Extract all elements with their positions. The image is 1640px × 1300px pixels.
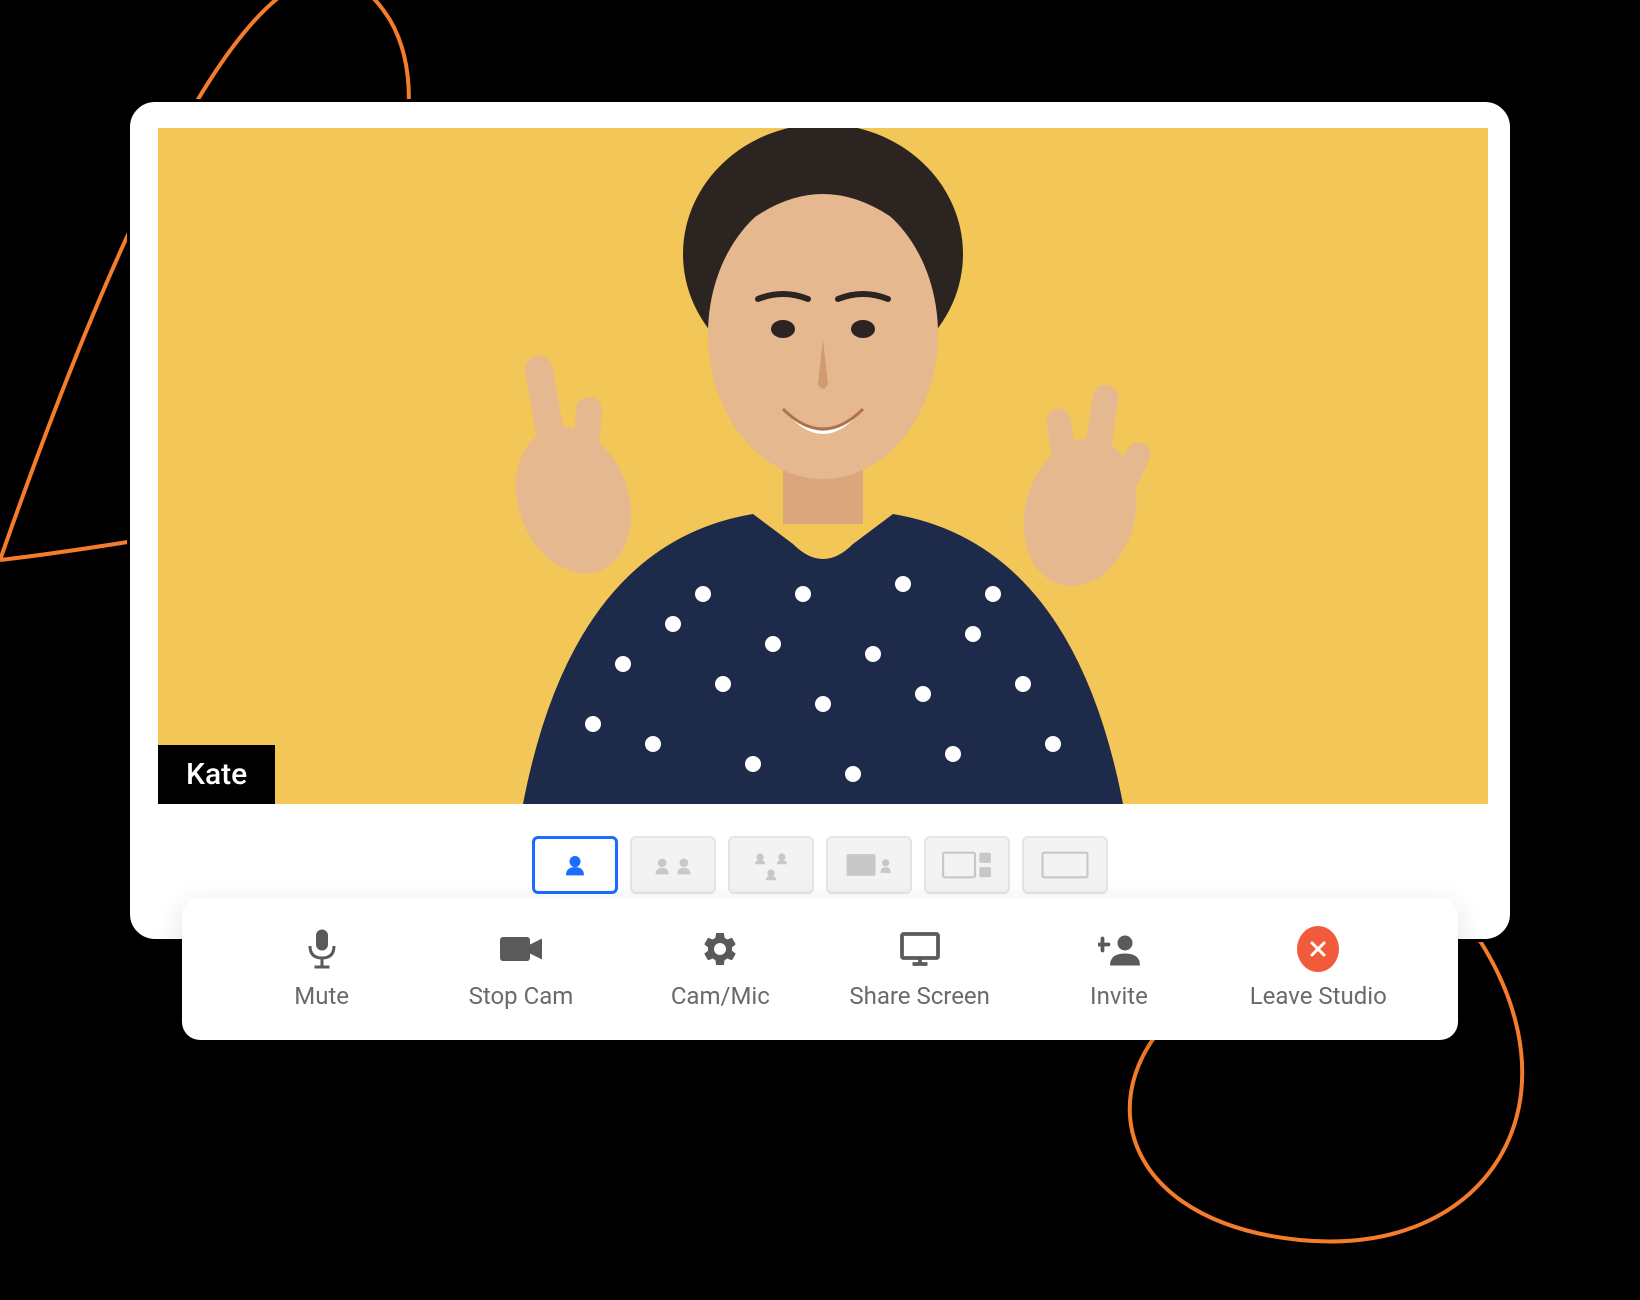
camera-icon — [500, 928, 542, 970]
leave-studio-button[interactable]: Leave Studio — [1243, 928, 1393, 1010]
microphone-icon — [301, 928, 343, 970]
layout-two-up[interactable] — [630, 836, 716, 894]
studio-window: Kate — [127, 99, 1513, 942]
leave-studio-label: Leave Studio — [1250, 982, 1387, 1010]
layout-three-grid[interactable] — [728, 836, 814, 894]
close-icon — [1297, 928, 1339, 970]
stop-cam-label: Stop Cam — [469, 982, 574, 1010]
layout-single[interactable] — [532, 836, 618, 894]
control-toolbar: Mute Stop Cam Cam/Mic Share Screen — [182, 898, 1458, 1040]
monitor-icon — [899, 928, 941, 970]
layout-screen-side[interactable] — [924, 836, 1010, 894]
gear-icon — [699, 928, 741, 970]
mute-label: Mute — [294, 982, 349, 1010]
video-feed: Kate — [158, 128, 1488, 804]
invite-button[interactable]: Invite — [1044, 928, 1194, 1010]
share-screen-label: Share Screen — [849, 982, 990, 1010]
layout-picker — [130, 836, 1510, 894]
participant-name: Kate — [186, 757, 247, 792]
participant-video — [373, 128, 1273, 804]
layout-screen-thumb[interactable] — [826, 836, 912, 894]
cam-mic-label: Cam/Mic — [671, 982, 770, 1010]
stop-cam-button[interactable]: Stop Cam — [446, 928, 596, 1010]
participant-name-tag: Kate — [158, 745, 275, 804]
mute-button[interactable]: Mute — [247, 928, 397, 1010]
person-add-icon — [1098, 928, 1140, 970]
layout-full[interactable] — [1022, 836, 1108, 894]
invite-label: Invite — [1090, 982, 1148, 1010]
share-screen-button[interactable]: Share Screen — [845, 928, 995, 1010]
cam-mic-button[interactable]: Cam/Mic — [645, 928, 795, 1010]
